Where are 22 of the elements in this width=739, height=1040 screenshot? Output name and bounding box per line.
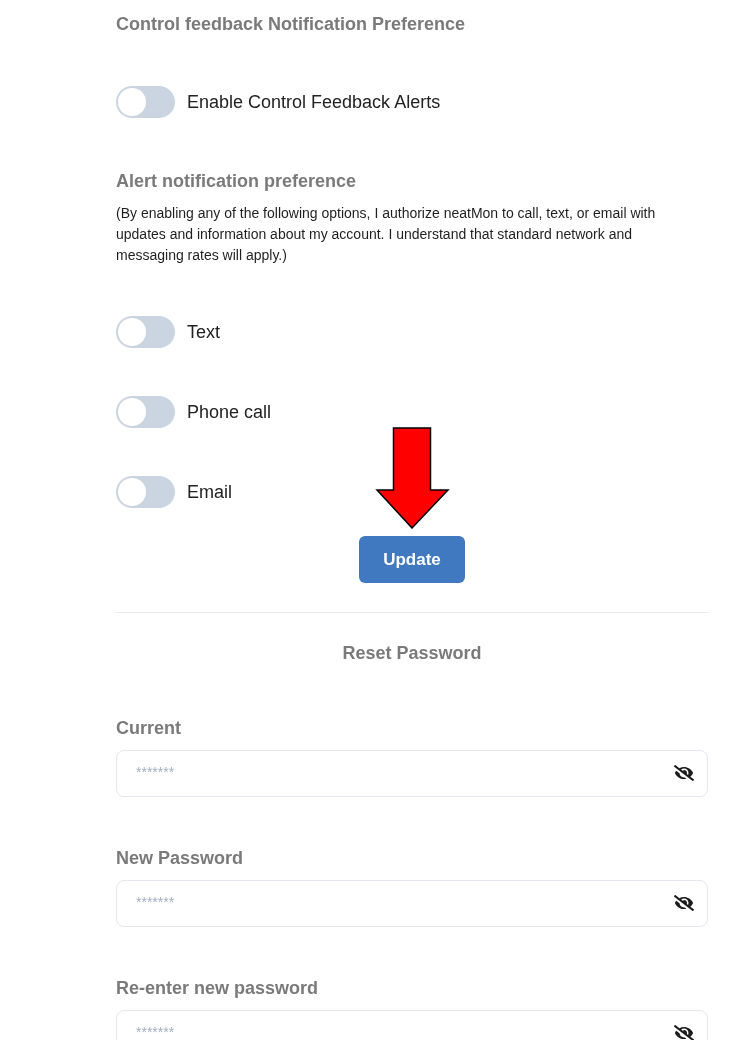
toggle-switch[interactable] <box>116 476 175 508</box>
eye-off-icon[interactable] <box>674 765 694 781</box>
field-label: New Password <box>116 847 244 870</box>
toggle-label: Text <box>187 321 220 344</box>
eye-off-icon[interactable] <box>674 895 694 911</box>
toggle-label: Enable Control Feedback Alerts <box>187 91 441 114</box>
password-field[interactable]: ******* <box>116 1010 708 1040</box>
toggle-switch[interactable] <box>116 86 175 118</box>
consent-text: (By enabling any of the following options, I authorize neatMon to call, text, or email with updates and information about my account. I understand that standard network and messaging rates will apply.) <box>116 204 657 265</box>
section-title: Control feedback Notification Preference <box>116 13 466 36</box>
field-label: Re-enter new password <box>116 977 319 1000</box>
update-button[interactable]: Update <box>359 536 465 583</box>
section-title: Reset Password <box>342 642 482 665</box>
password-field[interactable]: ******* <box>116 750 708 797</box>
eye-off-icon[interactable] <box>674 1025 694 1040</box>
field-label: Current <box>116 717 181 740</box>
section-title: Alert notification preference <box>116 170 357 193</box>
toggle-label: Phone call <box>187 401 272 424</box>
password-field[interactable]: ******* <box>116 880 708 927</box>
toggle-label: Email <box>187 481 232 504</box>
toggle-switch[interactable] <box>116 316 175 348</box>
toggle-switch[interactable] <box>116 396 175 428</box>
